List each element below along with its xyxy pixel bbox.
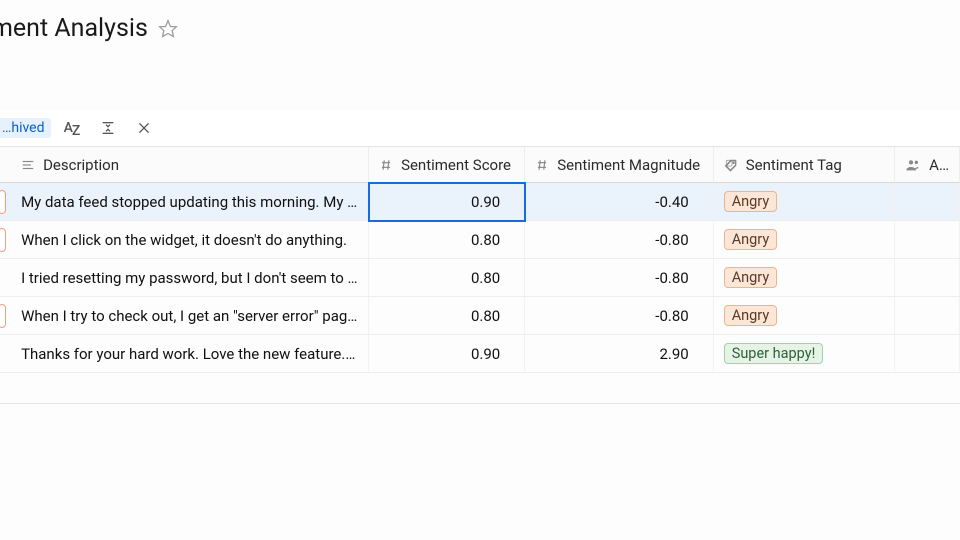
sort-button[interactable]: AZ [57, 114, 87, 142]
number-col-icon [379, 158, 393, 172]
cell-magnitude[interactable]: -0.80 [525, 221, 714, 259]
col-label: A… [929, 156, 949, 174]
col-label: Sentiment Score [401, 156, 511, 174]
col-description[interactable]: Description [11, 147, 369, 183]
cell-tag[interactable]: Angry [714, 259, 895, 297]
row-color-stub [0, 335, 11, 373]
table-row[interactable]: When I try to check out, I get an "serve… [0, 297, 960, 335]
sentiment-tag: Angry [724, 267, 778, 288]
cell-extra[interactable] [895, 183, 960, 221]
col-label: Description [43, 156, 119, 174]
row-color-stub [0, 297, 11, 335]
star-icon[interactable] [158, 19, 178, 39]
footer-divider [0, 403, 960, 404]
row-color-chip [0, 228, 6, 252]
page-header: …timent Analysis [0, 0, 960, 55]
col-extra[interactable]: A… [895, 147, 960, 183]
cell-description[interactable]: Thanks for your hard work. Love the new … [11, 335, 369, 373]
chrome-gap [0, 55, 960, 110]
col-tag[interactable]: Sentiment Tag [714, 147, 895, 183]
text-col-icon [21, 158, 35, 172]
table-row[interactable]: My data feed stopped updating this morni… [0, 183, 960, 221]
row-color-chip [0, 266, 6, 290]
cell-magnitude[interactable]: -0.80 [525, 259, 714, 297]
cell-tag[interactable]: Angry [714, 297, 895, 335]
cell-extra[interactable] [895, 335, 960, 373]
cell-score[interactable]: 0.90 [369, 335, 525, 373]
row-color-chip [0, 304, 6, 328]
cell-extra[interactable] [895, 297, 960, 335]
cell-score[interactable]: 0.80 [369, 297, 525, 335]
col-magnitude[interactable]: Sentiment Magnitude [525, 147, 714, 183]
col-stub [0, 147, 11, 183]
cell-description[interactable]: When I try to check out, I get an "serve… [11, 297, 369, 335]
cell-tag[interactable]: Angry [714, 221, 895, 259]
cell-description[interactable]: My data feed stopped updating this morni… [11, 183, 369, 221]
row-color-chip [0, 342, 6, 366]
condense-rows-icon [100, 120, 116, 136]
sentiment-tag: Super happy! [724, 343, 824, 364]
cell-extra[interactable] [895, 259, 960, 297]
data-grid: Description Sentiment Score Sentiment Ma… [0, 147, 960, 373]
cell-score[interactable]: 0.90 [369, 183, 525, 221]
row-color-stub [0, 221, 11, 259]
page-title: …timent Analysis [0, 14, 148, 43]
col-label: Sentiment Tag [746, 156, 842, 174]
number-col-icon [535, 158, 549, 172]
tag-col-icon [724, 158, 738, 172]
condense-rows-button[interactable] [93, 114, 123, 142]
cell-tag[interactable]: Super happy! [714, 335, 895, 373]
sentiment-tag: Angry [724, 191, 778, 212]
col-score[interactable]: Sentiment Score [369, 147, 525, 183]
row-color-stub [0, 183, 11, 221]
cell-magnitude[interactable]: -0.40 [525, 183, 714, 221]
cell-extra[interactable] [895, 221, 960, 259]
cell-magnitude[interactable]: 2.90 [525, 335, 714, 373]
table-row[interactable]: Thanks for your hard work. Love the new … [0, 335, 960, 373]
cell-description[interactable]: When I click on the widget, it doesn't d… [11, 221, 369, 259]
cell-description[interactable]: I tried resetting my password, but I don… [11, 259, 369, 297]
row-color-chip [0, 190, 6, 214]
row-color-stub [0, 259, 11, 297]
filter-chip-archived[interactable]: …hived [0, 118, 51, 138]
sort-az-icon: A [64, 120, 72, 136]
toolbar: …hived AZ [0, 110, 960, 147]
cell-tag[interactable]: Angry [714, 183, 895, 221]
people-col-icon [905, 157, 921, 173]
sentiment-tag: Angry [724, 305, 778, 326]
cell-magnitude[interactable]: -0.80 [525, 297, 714, 335]
clear-button[interactable] [129, 114, 159, 142]
grid-header-row: Description Sentiment Score Sentiment Ma… [0, 147, 960, 183]
table-row[interactable]: When I click on the widget, it doesn't d… [0, 221, 960, 259]
col-label: Sentiment Magnitude [557, 156, 700, 174]
table-row[interactable]: I tried resetting my password, but I don… [0, 259, 960, 297]
sentiment-tag: Angry [724, 229, 778, 250]
close-icon [137, 121, 151, 135]
cell-score[interactable]: 0.80 [369, 221, 525, 259]
cell-score[interactable]: 0.80 [369, 259, 525, 297]
